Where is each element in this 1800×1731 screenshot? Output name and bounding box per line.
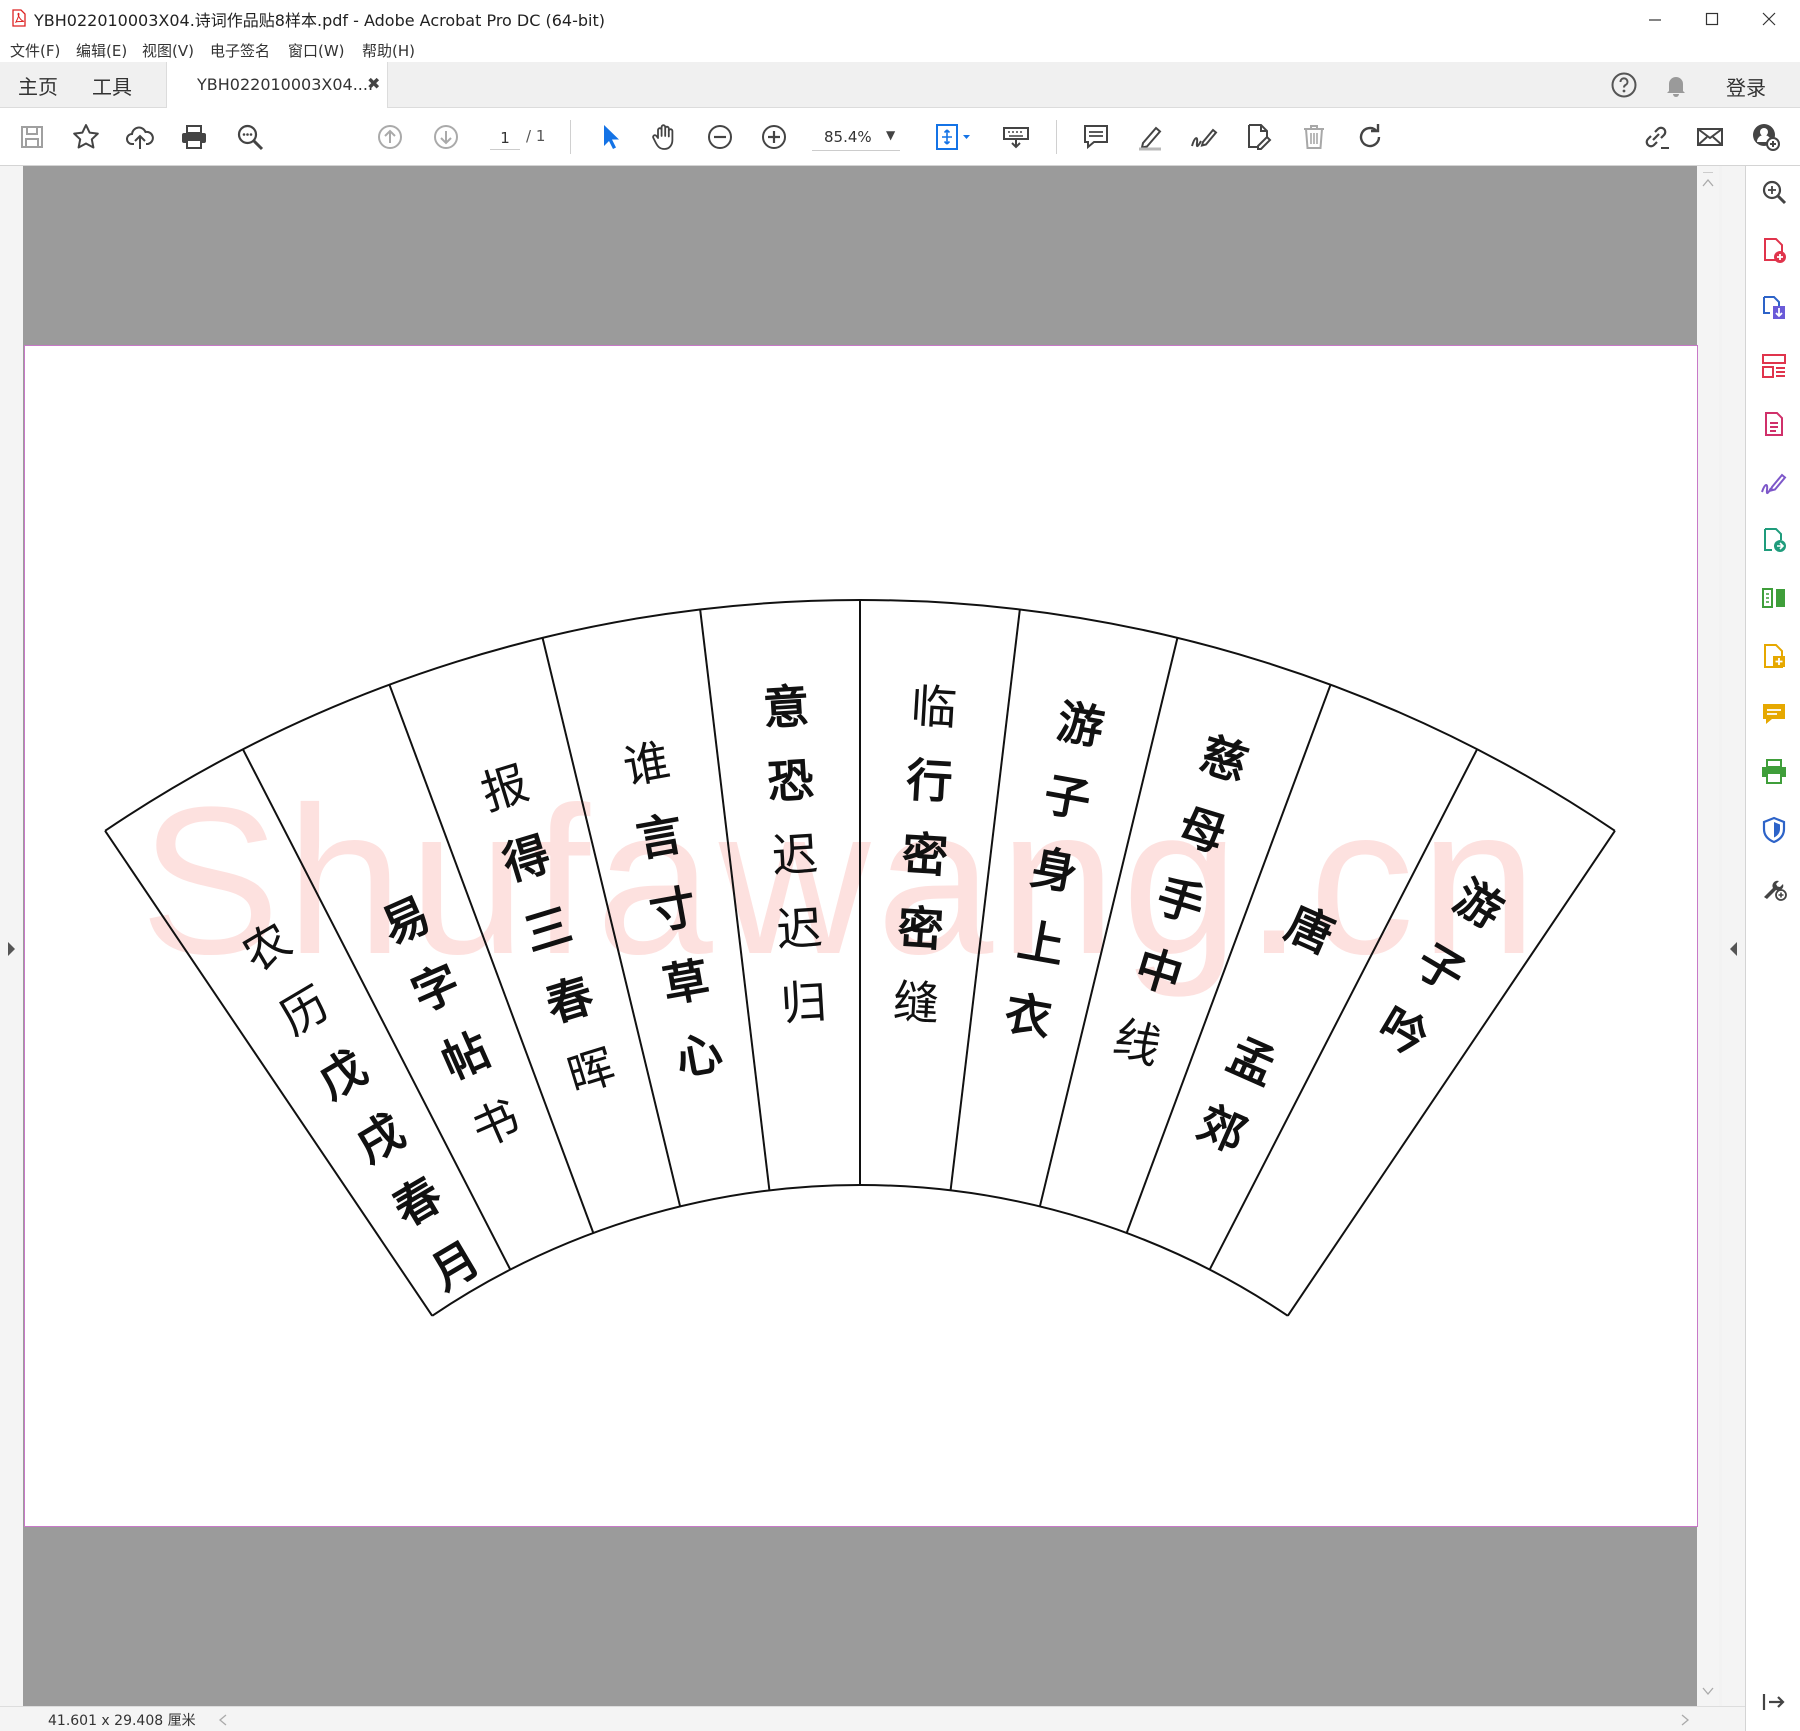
fan-character: 恐 — [766, 753, 815, 810]
fan-character: 密 — [900, 827, 949, 884]
print-production-tool[interactable] — [1758, 756, 1790, 788]
fan-character: 线 — [1108, 1010, 1168, 1075]
fan-character: 游 — [1445, 869, 1512, 939]
create-pdf-tool[interactable] — [1758, 234, 1790, 266]
send-track-icon — [1764, 528, 1786, 552]
create-pdf-icon — [1764, 238, 1786, 263]
fan-character: 密 — [896, 900, 945, 957]
fan-character: 郊 — [1190, 1095, 1254, 1163]
zoom-search-button[interactable] — [1758, 176, 1790, 208]
protect-icon — [1762, 816, 1786, 844]
rich-media-icon — [1764, 644, 1785, 668]
page-size-readout: 41.601 x 29.408 厘米 — [48, 1713, 196, 1729]
fan-character: 子 — [1040, 767, 1095, 828]
fan-character: 字 — [404, 954, 468, 1022]
fan-divider-line — [699, 609, 771, 1191]
fan-character: 草 — [659, 952, 714, 1013]
fan-character: 报 — [475, 756, 535, 821]
fan-character: 帖 — [434, 1022, 498, 1090]
fan-character: 上 — [1014, 913, 1069, 974]
fan-artwork: 农历戊戌春月易字帖书报得三春晖谁言寸草心意恐迟迟归临行密密缝游子身上衣慈母手中线… — [104, 599, 1616, 1317]
zoom-search-icon — [1762, 180, 1787, 205]
fan-character: 孟 — [1220, 1028, 1284, 1096]
export-pdf-tool[interactable] — [1758, 292, 1790, 324]
fan-character: 游 — [1053, 694, 1108, 755]
collapse-tools-pane-button[interactable] — [1758, 1686, 1790, 1718]
fill-sign-icon — [1761, 473, 1787, 494]
fan-character: 迟 — [770, 827, 819, 884]
rich-media-tool[interactable] — [1758, 640, 1790, 672]
fan-character: 三 — [518, 897, 578, 962]
fan-poem-text: 农历戊戌春月易字帖书报得三春晖谁言寸草心意恐迟迟归临行密密缝游子身上衣慈母手中线… — [233, 679, 1512, 1301]
fan-character: 意 — [762, 679, 811, 736]
fan-character: 寸 — [645, 879, 700, 940]
fan-character: 得 — [497, 826, 557, 891]
fan-character: 晖 — [561, 1039, 621, 1104]
edit-text-tool[interactable] — [1758, 408, 1790, 440]
fan-character: 春 — [540, 968, 600, 1033]
scroll-right-arrow-icon[interactable] — [1680, 1714, 1690, 1726]
fan-divider-line — [949, 609, 1021, 1191]
fan-character: 戊 — [309, 1040, 376, 1110]
fan-character: 慈 — [1194, 727, 1254, 792]
print-production-icon — [1762, 759, 1786, 784]
fan-character: 迟 — [775, 900, 824, 957]
fan-character: 行 — [905, 753, 954, 810]
more-tools-icon — [1764, 880, 1787, 901]
comment-pane-icon — [1763, 704, 1785, 724]
fan-character: 临 — [909, 679, 958, 736]
fill-sign-tool[interactable] — [1758, 466, 1790, 498]
fan-character: 春 — [384, 1167, 451, 1237]
protect-tool[interactable] — [1758, 814, 1790, 846]
send-track-tool[interactable] — [1758, 524, 1790, 556]
fan-character: 吟 — [1370, 997, 1437, 1067]
fan-character: 归 — [779, 974, 828, 1031]
fan-character: 谁 — [619, 733, 674, 794]
fan-character: 易 — [374, 887, 438, 955]
compare-icon — [1762, 588, 1785, 608]
fan-character: 母 — [1172, 798, 1232, 863]
fan-character: 心 — [672, 1025, 727, 1086]
fan-character: 月 — [422, 1231, 489, 1301]
scroll-left-arrow-icon[interactable] — [218, 1714, 228, 1726]
fan-character: 缝 — [892, 974, 941, 1031]
edit-text-icon — [1765, 412, 1783, 436]
fan-character: 子 — [1407, 933, 1474, 1003]
fan-character: 身 — [1027, 840, 1082, 901]
fan-character: 言 — [632, 806, 687, 867]
fan-inner-arc — [431, 1184, 1289, 1317]
tools-pane — [1745, 166, 1800, 1731]
status-bar: 41.601 x 29.408 厘米 — [0, 1706, 1745, 1731]
comment-tool[interactable] — [1758, 698, 1790, 730]
fan-character: 中 — [1129, 939, 1189, 1004]
fan-character: 书 — [464, 1090, 528, 1158]
export-pdf-icon — [1763, 296, 1785, 319]
organize-pages-tool[interactable] — [1758, 350, 1790, 382]
organize-pages-icon — [1762, 354, 1786, 378]
compare-tool[interactable] — [1758, 582, 1790, 614]
fan-divider-line — [1208, 748, 1478, 1271]
fan-character: 衣 — [1001, 985, 1056, 1046]
fan-character: 戌 — [346, 1103, 413, 1173]
fan-character: 唐 — [1278, 896, 1342, 964]
collapse-pane-icon — [1762, 1694, 1785, 1710]
fan-character: 手 — [1151, 868, 1211, 933]
more-tools-button[interactable] — [1758, 872, 1790, 904]
fan-character: 农 — [233, 912, 300, 982]
fan-outline — [104, 599, 1616, 1317]
fan-character: 历 — [271, 976, 338, 1046]
